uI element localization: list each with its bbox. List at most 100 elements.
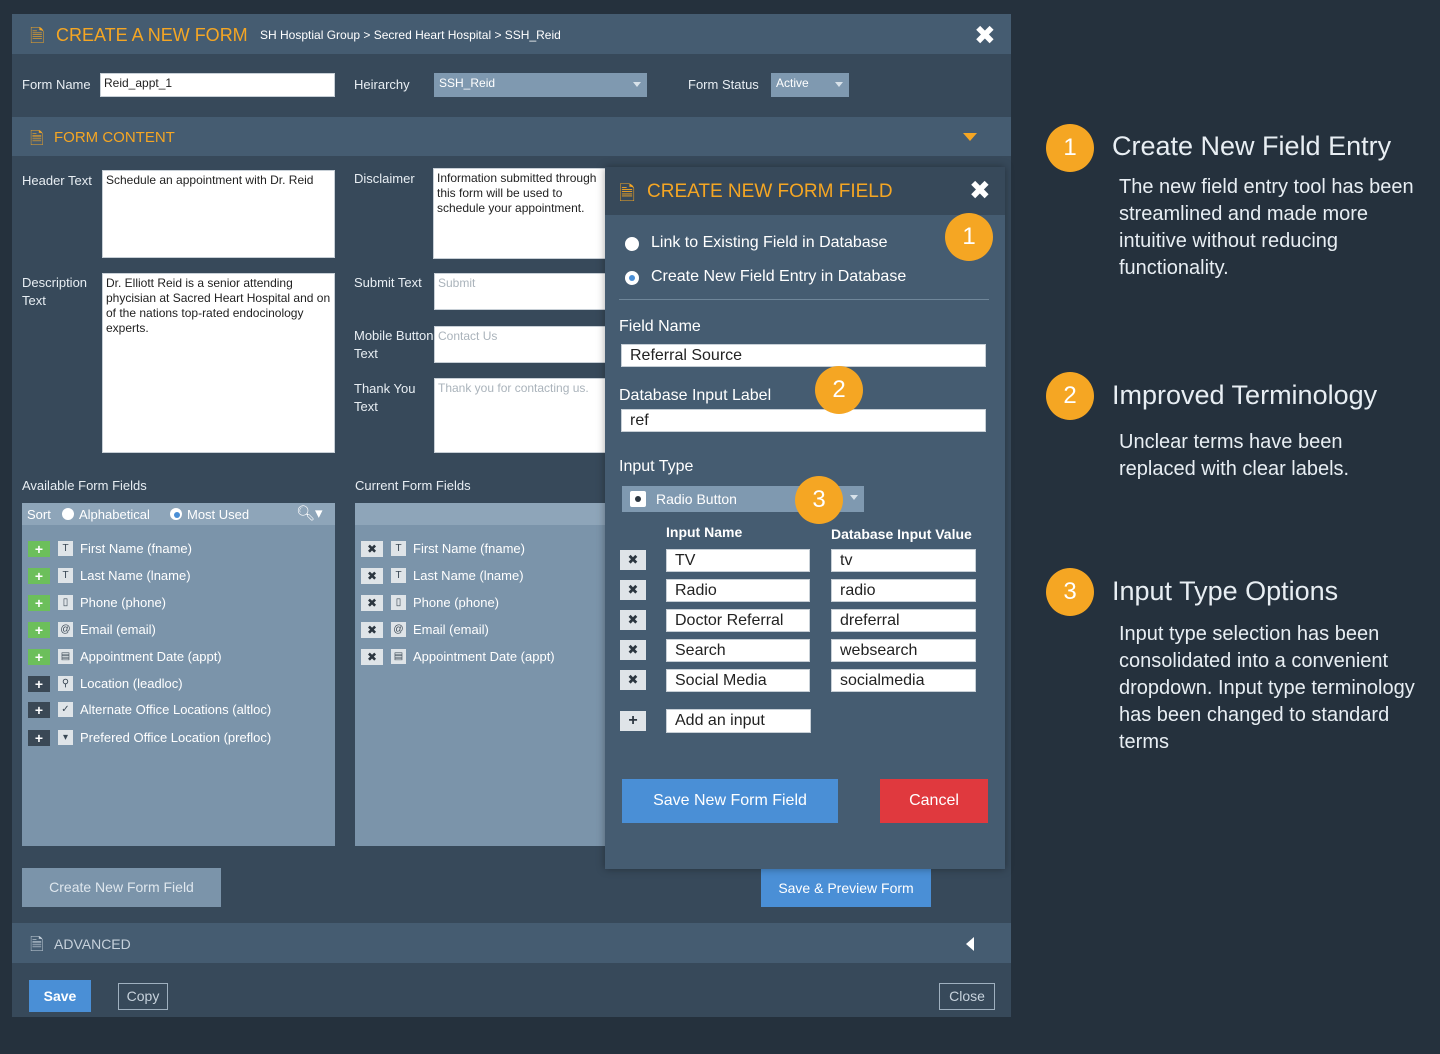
add-icon[interactable]: + [28, 730, 50, 746]
input-value-field[interactable]: dreferral [831, 609, 976, 632]
divider [619, 299, 989, 300]
sort-most-radio[interactable] [170, 508, 182, 520]
input-name-column: Input Name [666, 524, 743, 540]
sort-most-label: Most Used [187, 507, 250, 522]
input-name-field[interactable]: TV [666, 549, 810, 572]
field-type-icon: T [58, 541, 73, 556]
field-row: ✖ @ Email (email) [355, 618, 617, 642]
input-value-field[interactable]: radio [831, 579, 976, 602]
field-row: + T First Name (fname) [22, 537, 335, 561]
form-content-bar[interactable]: 🗎 FORM CONTENT [12, 117, 1011, 156]
link-existing-radio[interactable] [625, 237, 639, 251]
input-name-field[interactable]: Radio [666, 579, 810, 602]
hierarchy-label: Heirarchy [354, 77, 410, 92]
available-fields-panel: Sort Alphabetical Most Used 🔍︎▾ + T First … [22, 503, 335, 846]
db-label-input[interactable]: ref [621, 409, 986, 432]
thank-you-label: Thank You Text [354, 381, 416, 414]
header-text-input[interactable]: Schedule an appointment with Dr. Reid [102, 170, 335, 258]
hierarchy-select[interactable]: SSH_Reid [434, 73, 647, 97]
cancel-button[interactable]: Cancel [880, 779, 988, 823]
field-type-icon: ▯ [391, 595, 406, 610]
save-preview-button[interactable]: Save & Preview Form [761, 869, 931, 907]
input-name-field[interactable]: Social Media [666, 669, 810, 692]
add-icon[interactable]: + [28, 702, 50, 718]
field-name-input[interactable]: Referral Source [621, 344, 986, 367]
header-text-label: Header Text [22, 173, 92, 188]
create-new-radio[interactable] [625, 271, 639, 285]
mobile-button-input[interactable]: Contact Us [434, 326, 614, 363]
save-button[interactable]: Save [29, 980, 91, 1012]
form-icon: 🗎 [30, 129, 44, 148]
field-type-icon: ✓ [58, 702, 73, 717]
advanced-title: ADVANCED [54, 936, 131, 952]
sort-label: Sort [27, 507, 51, 522]
note-title-1: Create New Field Entry [1112, 131, 1392, 161]
field-label: Location (leadloc) [80, 676, 183, 691]
sort-bar: Sort Alphabetical Most Used 🔍︎▾ [22, 503, 335, 525]
input-name-field[interactable]: Doctor Referral [666, 609, 810, 632]
field-type-icon: @ [391, 622, 406, 637]
remove-input-icon[interactable]: ✖ [620, 610, 646, 630]
disclaimer-input[interactable]: Information submitted through this form … [433, 168, 613, 259]
field-row: + ▤ Appointment Date (appt) [22, 645, 335, 669]
add-input-icon[interactable]: + [620, 711, 646, 731]
close-icon[interactable]: ✖ [974, 20, 996, 51]
chevron-left-icon[interactable] [966, 937, 974, 951]
add-input-field[interactable]: Add an input [666, 709, 811, 733]
callout-badge-1: 1 [945, 213, 993, 261]
add-icon[interactable]: + [28, 568, 50, 584]
copy-button[interactable]: Copy [118, 983, 168, 1010]
input-name-field[interactable]: Search [666, 639, 810, 662]
field-label: First Name (fname) [413, 541, 525, 556]
sort-alpha-radio[interactable] [62, 508, 74, 520]
remove-icon[interactable]: ✖ [361, 541, 383, 557]
remove-icon[interactable]: ✖ [361, 595, 383, 611]
remove-icon[interactable]: ✖ [361, 649, 383, 665]
save-new-field-button[interactable]: Save New Form Field [622, 779, 838, 823]
chevron-down-icon[interactable] [963, 133, 977, 141]
note-badge-1: 1 [1046, 124, 1094, 172]
close-icon[interactable]: ✖ [969, 175, 991, 206]
current-fields-title: Current Form Fields [355, 478, 471, 493]
callout-badge-2: 2 [815, 366, 863, 414]
add-icon[interactable]: + [28, 676, 50, 692]
status-select[interactable]: Active [771, 73, 849, 97]
add-icon[interactable]: + [28, 649, 50, 665]
create-new-field-button[interactable]: Create New Form Field [22, 868, 221, 907]
add-icon[interactable]: + [28, 622, 50, 638]
close-button[interactable]: Close [939, 983, 995, 1010]
remove-input-icon[interactable]: ✖ [620, 580, 646, 600]
thank-you-input[interactable]: Thank you for contacting us. [434, 378, 614, 453]
form-icon: 🗎 [619, 183, 636, 205]
field-type-icon: T [58, 568, 73, 583]
note-title-2: Improved Terminology [1112, 380, 1378, 410]
input-value-field[interactable]: socialmedia [831, 669, 976, 692]
input-value-field[interactable]: tv [831, 549, 976, 572]
field-row: ✖ T First Name (fname) [355, 537, 617, 561]
description-input[interactable]: Dr. Elliott Reid is a senior attending p… [102, 273, 335, 453]
form-icon: 🗎 [30, 26, 45, 46]
input-type-label: Input Type [619, 458, 694, 475]
breadcrumb: SH Hosptial Group > Secred Heart Hospita… [260, 28, 561, 42]
field-label: Prefered Office Location (prefloc) [80, 730, 272, 745]
advanced-bar[interactable]: 🗎 ADVANCED [12, 923, 1011, 963]
input-value-field[interactable]: websearch [831, 639, 976, 662]
status-value: Active [776, 76, 809, 90]
field-label: First Name (fname) [80, 541, 192, 556]
remove-icon[interactable]: ✖ [361, 568, 383, 584]
submit-text-input[interactable]: Submit [434, 273, 614, 310]
field-row: + ▯ Phone (phone) [22, 591, 335, 615]
callout-badge-3: 3 [795, 476, 843, 524]
submit-text-label: Submit Text [354, 275, 422, 290]
add-icon[interactable]: + [28, 595, 50, 611]
page-title: CREATE A NEW FORM [56, 25, 248, 45]
form-name-input[interactable]: Reid_appt_1 [100, 73, 335, 97]
remove-input-icon[interactable]: ✖ [620, 670, 646, 690]
search-icon[interactable]: 🔍︎▾ [296, 504, 323, 522]
remove-input-icon[interactable]: ✖ [620, 640, 646, 660]
chevron-down-icon [850, 495, 858, 500]
remove-icon[interactable]: ✖ [361, 622, 383, 638]
field-label: Phone (phone) [413, 595, 500, 610]
remove-input-icon[interactable]: ✖ [620, 550, 646, 570]
add-icon[interactable]: + [28, 541, 50, 557]
